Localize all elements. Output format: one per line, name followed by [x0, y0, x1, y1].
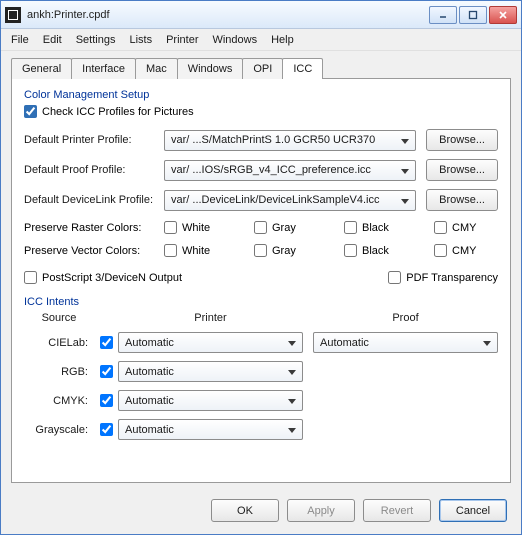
cielab-label: CIELab:: [24, 337, 94, 349]
menu-settings[interactable]: Settings: [70, 32, 122, 48]
raster-gray[interactable]: Gray: [254, 221, 296, 234]
rgb-printer-combo[interactable]: Automatic: [118, 361, 303, 382]
raster-black-checkbox[interactable]: [344, 221, 357, 234]
menu-help[interactable]: Help: [265, 32, 300, 48]
titlebar[interactable]: ankh:Printer.cpdf: [1, 1, 521, 29]
browse-devicelink-button[interactable]: Browse...: [426, 189, 498, 211]
cielab-printer-combo[interactable]: Automatic: [118, 332, 303, 353]
browse-proof-button[interactable]: Browse...: [426, 159, 498, 181]
cielab-proof-combo[interactable]: Automatic: [313, 332, 498, 353]
grayscale-label: Grayscale:: [24, 424, 94, 436]
menu-edit[interactable]: Edit: [37, 32, 68, 48]
default-proof-value: var/ ...IOS/sRGB_v4_ICC_preference.icc: [171, 164, 371, 176]
rgb-printer-value: Automatic: [125, 366, 174, 378]
rgb-label: RGB:: [24, 366, 94, 378]
default-devicelink-label: Default DeviceLink Profile:: [24, 194, 164, 206]
dialog-footer: OK Apply Revert Cancel: [1, 489, 521, 534]
menubar: File Edit Settings Lists Printer Windows…: [1, 29, 521, 51]
vector-gray[interactable]: Gray: [254, 244, 296, 257]
default-devicelink-combo[interactable]: var/ ...DeviceLink/DeviceLinkSampleV4.ic…: [164, 190, 416, 211]
cms-heading: Color Management Setup: [24, 89, 498, 101]
cmyk-enable-checkbox[interactable]: [98, 394, 115, 407]
vector-gray-label: Gray: [272, 245, 296, 257]
pdf-transparency-option[interactable]: PDF Transparency: [388, 271, 498, 284]
menu-file[interactable]: File: [5, 32, 35, 48]
window-title: ankh:Printer.cpdf: [27, 9, 429, 21]
vector-cmy-label: CMY: [452, 245, 476, 257]
menu-printer[interactable]: Printer: [160, 32, 204, 48]
rgb-enable-checkbox[interactable]: [98, 365, 115, 378]
icc-intents-heading: ICC Intents: [24, 296, 498, 308]
vector-white-checkbox[interactable]: [164, 244, 177, 257]
maximize-button[interactable]: [459, 6, 487, 24]
postscript3-checkbox[interactable]: [24, 271, 37, 284]
raster-black[interactable]: Black: [344, 221, 389, 234]
revert-button[interactable]: Revert: [363, 499, 431, 522]
browse-printer-button[interactable]: Browse...: [426, 129, 498, 151]
source-heading: Source: [24, 312, 94, 324]
default-proof-label: Default Proof Profile:: [24, 164, 164, 176]
close-button[interactable]: [489, 6, 517, 24]
postscript3-option[interactable]: PostScript 3/DeviceN Output: [24, 271, 388, 284]
cmyk-printer-value: Automatic: [125, 395, 174, 407]
check-icc-profiles[interactable]: Check ICC Profiles for Pictures: [24, 105, 194, 118]
pdf-transparency-checkbox[interactable]: [388, 271, 401, 284]
vector-black[interactable]: Black: [344, 244, 389, 257]
vector-white[interactable]: White: [164, 244, 210, 257]
tab-interface[interactable]: Interface: [71, 58, 136, 79]
tab-panel-icc: Color Management Setup Check ICC Profile…: [11, 78, 511, 483]
pdf-transparency-label: PDF Transparency: [406, 272, 498, 284]
default-proof-combo[interactable]: var/ ...IOS/sRGB_v4_ICC_preference.icc: [164, 160, 416, 181]
vector-white-label: White: [182, 245, 210, 257]
raster-cmy-label: CMY: [452, 222, 476, 234]
vector-black-checkbox[interactable]: [344, 244, 357, 257]
cielab-printer-value: Automatic: [125, 337, 174, 349]
check-icc-checkbox[interactable]: [24, 105, 37, 118]
cielab-enable-checkbox[interactable]: [98, 336, 115, 349]
preserve-vector-label: Preserve Vector Colors:: [24, 245, 164, 257]
raster-gray-checkbox[interactable]: [254, 221, 267, 234]
grayscale-printer-value: Automatic: [125, 424, 174, 436]
minimize-button[interactable]: [429, 6, 457, 24]
default-printer-label: Default Printer Profile:: [24, 134, 164, 146]
vector-cmy[interactable]: CMY: [434, 244, 476, 257]
grayscale-enable-checkbox[interactable]: [98, 423, 115, 436]
raster-white[interactable]: White: [164, 221, 210, 234]
app-icon: [5, 7, 21, 23]
raster-cmy-checkbox[interactable]: [434, 221, 447, 234]
tab-mac[interactable]: Mac: [135, 58, 178, 79]
app-window: ankh:Printer.cpdf File Edit Settings Lis…: [0, 0, 522, 535]
default-devicelink-value: var/ ...DeviceLink/DeviceLinkSampleV4.ic…: [171, 194, 379, 206]
tab-icc[interactable]: ICC: [282, 58, 323, 79]
proof-heading: Proof: [313, 312, 498, 324]
tab-general[interactable]: General: [11, 58, 72, 79]
vector-black-label: Black: [362, 245, 389, 257]
printer-heading: Printer: [118, 312, 303, 324]
vector-gray-checkbox[interactable]: [254, 244, 267, 257]
postscript3-label: PostScript 3/DeviceN Output: [42, 272, 182, 284]
preserve-raster-label: Preserve Raster Colors:: [24, 222, 164, 234]
menu-lists[interactable]: Lists: [123, 32, 158, 48]
tab-opi[interactable]: OPI: [242, 58, 283, 79]
raster-white-checkbox[interactable]: [164, 221, 177, 234]
default-printer-combo[interactable]: var/ ...S/MatchPrintS 1.0 GCR50 UCR370: [164, 130, 416, 151]
cancel-button[interactable]: Cancel: [439, 499, 507, 522]
check-icc-label: Check ICC Profiles for Pictures: [42, 106, 194, 118]
raster-cmy[interactable]: CMY: [434, 221, 476, 234]
vector-cmy-checkbox[interactable]: [434, 244, 447, 257]
raster-black-label: Black: [362, 222, 389, 234]
cielab-proof-value: Automatic: [320, 337, 369, 349]
ok-button[interactable]: OK: [211, 499, 279, 522]
raster-white-label: White: [182, 222, 210, 234]
cmyk-label: CMYK:: [24, 395, 94, 407]
raster-gray-label: Gray: [272, 222, 296, 234]
tabs: General Interface Mac Windows OPI ICC: [1, 51, 521, 78]
tab-windows[interactable]: Windows: [177, 58, 244, 79]
cmyk-printer-combo[interactable]: Automatic: [118, 390, 303, 411]
grayscale-printer-combo[interactable]: Automatic: [118, 419, 303, 440]
apply-button[interactable]: Apply: [287, 499, 355, 522]
default-printer-value: var/ ...S/MatchPrintS 1.0 GCR50 UCR370: [171, 134, 375, 146]
menu-windows[interactable]: Windows: [206, 32, 263, 48]
